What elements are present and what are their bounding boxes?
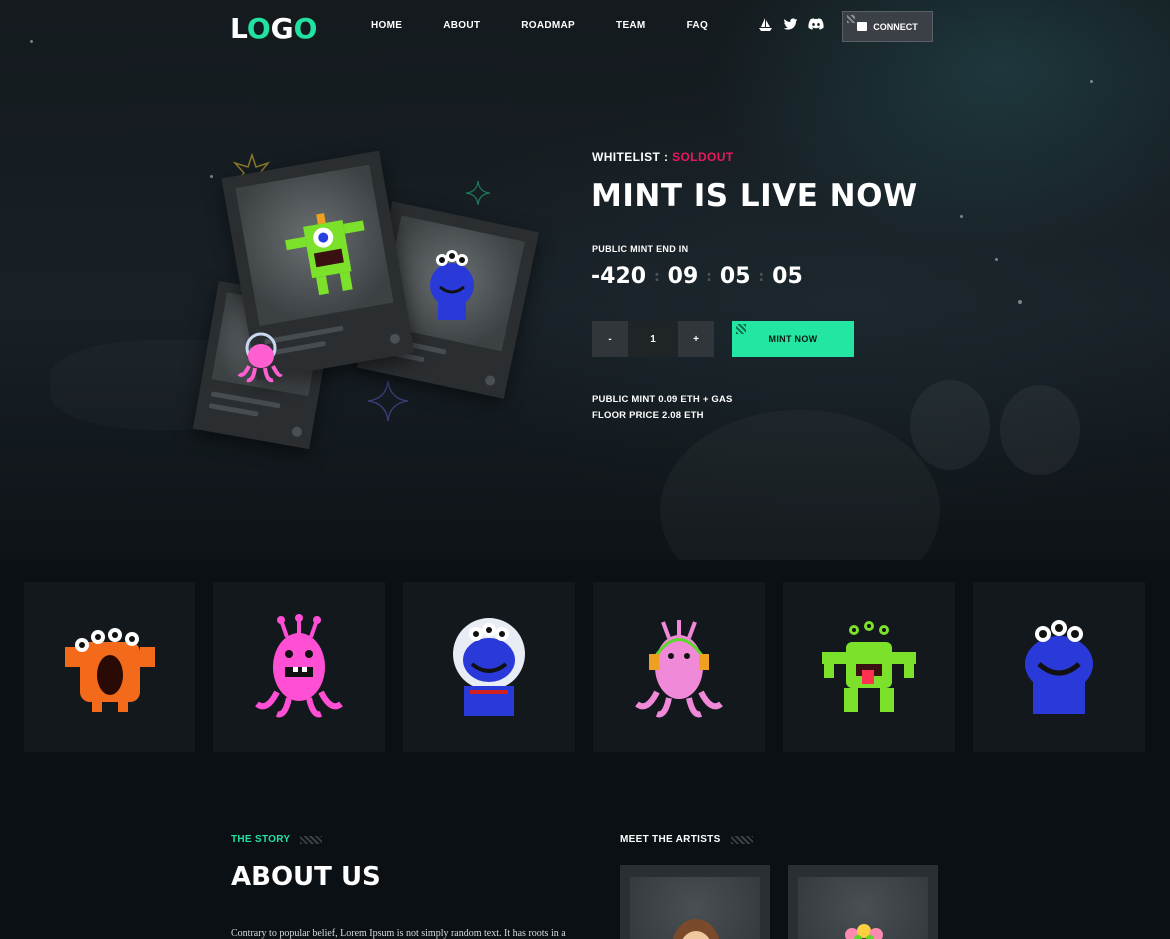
blue-monster-icon bbox=[430, 250, 474, 320]
pixel-decoration bbox=[847, 15, 855, 23]
countdown-timer: -420 : 09 : 05 : 05 bbox=[591, 264, 803, 289]
pixel-decoration bbox=[736, 324, 746, 334]
artist-avatar-icon bbox=[845, 924, 883, 939]
mint-now-label: MINT NOW bbox=[768, 334, 818, 344]
pixel-decoration bbox=[730, 835, 753, 844]
gallery-item[interactable] bbox=[973, 582, 1145, 752]
artists-heading: MEET THE ARTISTS bbox=[620, 834, 753, 845]
public-mint-price: PUBLIC MINT 0.09 ETH + GAS bbox=[592, 394, 733, 405]
sparkle-icon bbox=[367, 380, 409, 422]
artist-photo bbox=[630, 877, 760, 939]
artist-card[interactable] bbox=[620, 865, 770, 939]
connect-button[interactable]: CONNECT bbox=[842, 11, 933, 42]
wallet-icon bbox=[857, 22, 868, 31]
story-eyebrow: THE STORY bbox=[231, 834, 323, 845]
pink-astronaut-monster-icon bbox=[237, 332, 283, 383]
star bbox=[995, 258, 998, 261]
countdown-separator: : bbox=[758, 268, 765, 285]
logo-letter: O bbox=[246, 12, 271, 45]
logo[interactable]: LOGO bbox=[230, 12, 317, 45]
star bbox=[1018, 300, 1022, 304]
nft-gallery bbox=[24, 582, 1145, 752]
soldout-badge: SOLDOUT bbox=[672, 150, 734, 164]
countdown-minutes: 05 bbox=[719, 264, 751, 289]
star bbox=[960, 215, 963, 218]
pink-monster-icon bbox=[255, 614, 343, 718]
decrement-button[interactable]: - bbox=[592, 321, 628, 357]
opensea-boat-icon[interactable] bbox=[758, 17, 773, 32]
bg-planet-shape bbox=[660, 410, 940, 560]
top-nav: LOGO HOME ABOUT ROADMAP TEAM FAQ CONNECT bbox=[0, 0, 1170, 54]
artists-label: MEET THE ARTISTS bbox=[620, 834, 721, 845]
gallery-item[interactable] bbox=[24, 582, 195, 752]
nav-roadmap-link[interactable]: ROADMAP bbox=[521, 20, 575, 31]
countdown-label: PUBLIC MINT END IN bbox=[592, 244, 689, 254]
gallery-item[interactable] bbox=[783, 582, 955, 752]
orange-monster-icon bbox=[64, 628, 155, 712]
main-menu: HOME ABOUT ROADMAP TEAM FAQ bbox=[371, 20, 749, 31]
whitelist-label: WHITELIST : bbox=[592, 150, 669, 164]
gallery-item[interactable] bbox=[213, 582, 385, 752]
social-links bbox=[758, 17, 824, 32]
astronaut-blue-monster-icon bbox=[453, 618, 525, 716]
floor-price: FLOOR PRICE 2.08 ETH bbox=[592, 410, 704, 421]
blue-monster-icon bbox=[1025, 620, 1093, 714]
sparkle-icon bbox=[465, 180, 491, 206]
quantity-input[interactable]: 1 bbox=[628, 321, 678, 357]
countdown-days: -420 bbox=[591, 264, 647, 289]
pixel-decoration bbox=[300, 835, 323, 844]
bg-ring-shape bbox=[1000, 385, 1080, 475]
nft-card-dot bbox=[291, 425, 303, 438]
story-label: THE STORY bbox=[231, 834, 291, 845]
artist-card[interactable] bbox=[788, 865, 938, 939]
countdown-separator: : bbox=[654, 268, 660, 285]
logo-letter: G bbox=[270, 12, 294, 45]
discord-icon[interactable] bbox=[808, 17, 824, 32]
artist-avatar-icon bbox=[673, 919, 719, 939]
about-title: ABOUT US bbox=[231, 862, 381, 892]
increment-button[interactable]: + bbox=[678, 321, 714, 357]
countdown-hours: 09 bbox=[667, 264, 699, 289]
twitter-icon[interactable] bbox=[783, 17, 798, 32]
pink-headphone-monster-icon bbox=[635, 620, 723, 718]
green-monster-icon bbox=[285, 213, 365, 296]
nav-home-link[interactable]: HOME bbox=[371, 20, 402, 31]
nft-card-line bbox=[208, 403, 259, 417]
countdown-separator: : bbox=[706, 268, 712, 285]
logo-letter: L bbox=[230, 12, 247, 45]
green-monster-icon bbox=[822, 621, 916, 712]
logo-letter: O bbox=[293, 12, 318, 45]
countdown-seconds: 05 bbox=[772, 264, 803, 289]
nav-team-link[interactable]: TEAM bbox=[616, 20, 646, 31]
star bbox=[210, 175, 213, 178]
gallery-item[interactable] bbox=[593, 582, 765, 752]
hero-section bbox=[0, 0, 1170, 560]
nft-card-dot bbox=[389, 332, 401, 345]
about-paragraph: Contrary to popular belief, Lorem Ipsum … bbox=[231, 928, 566, 939]
whitelist-status: WHITELIST : SOLDOUT bbox=[592, 150, 734, 164]
gallery-item[interactable] bbox=[403, 582, 575, 752]
nav-about-link[interactable]: ABOUT bbox=[443, 20, 480, 31]
mint-price-info: PUBLIC MINT 0.09 ETH + GAS FLOOR PRICE 2… bbox=[592, 392, 733, 424]
star bbox=[1090, 80, 1093, 83]
quantity-stepper: - 1 + bbox=[592, 321, 714, 357]
mint-title: MINT IS LIVE NOW bbox=[591, 178, 918, 214]
nft-card-dot bbox=[484, 374, 497, 387]
mint-now-button[interactable]: MINT NOW bbox=[732, 321, 854, 357]
artist-photo bbox=[798, 877, 928, 939]
nav-faq-link[interactable]: FAQ bbox=[687, 20, 708, 31]
connect-label: CONNECT bbox=[873, 21, 918, 32]
bg-ring-shape bbox=[910, 380, 990, 470]
